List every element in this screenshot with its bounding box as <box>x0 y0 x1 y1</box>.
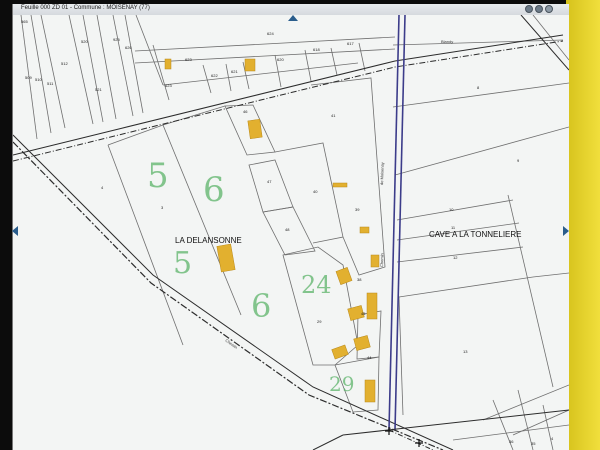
parcel-520: 520 <box>81 39 88 44</box>
parcel-623: 623 <box>185 57 192 62</box>
cadastral-map[interactable]: 565 512 509 510 511 520 521 925 626 624 … <box>13 15 569 450</box>
parcel-13: 13 <box>463 349 468 354</box>
handwritten-29: 29 <box>329 372 354 396</box>
parcel-46: 46 <box>243 109 248 114</box>
parcel-29: 29 <box>317 319 322 324</box>
parcel-512: 512 <box>61 61 68 66</box>
parcel-521: 521 <box>95 87 102 92</box>
parcel-10: 10 <box>449 207 454 212</box>
parcel-621: 621 <box>231 69 238 74</box>
parcel-45: 45 <box>361 311 366 316</box>
pan-left-arrow-icon[interactable] <box>12 226 18 236</box>
parcel-44: 44 <box>367 355 372 360</box>
handwritten-6-a: 6 <box>203 170 225 210</box>
parcel-41: 41 <box>331 113 336 118</box>
parcel-626: 626 <box>125 45 132 50</box>
road-name-vertical-2: Chemin <box>379 253 384 267</box>
parcel-38: 38 <box>357 277 362 282</box>
minimize-icon[interactable] <box>525 5 533 13</box>
maximize-icon[interactable] <box>535 5 543 13</box>
parcel-565: 565 <box>21 19 28 24</box>
place-la-delansonne: LA DELANSONNE <box>175 236 242 245</box>
parcel-35: 35 <box>531 441 536 446</box>
window-title: Feuille 000 ZD 01 - Commune : MOISENAY (… <box>21 5 150 11</box>
parcel-47: 47 <box>267 179 272 184</box>
road-name-moisenay: de Moisenay <box>379 162 385 185</box>
place-cave-tonneliere: CAVE A LA TONNELIERE <box>429 230 522 239</box>
parcel-48: 48 <box>285 227 290 232</box>
monitor-bezel <box>566 0 600 450</box>
parcel-509: 509 <box>25 75 32 80</box>
parcel-618: 618 <box>313 47 320 52</box>
parcel-925: 925 <box>113 37 120 42</box>
close-icon[interactable] <box>545 5 553 13</box>
parcel-36: 36 <box>509 439 514 444</box>
parcel-622: 622 <box>211 73 218 78</box>
parcel-39: 39 <box>355 207 360 212</box>
road-name-blandy: Blandy <box>441 39 453 44</box>
parcel-620: 620 <box>277 57 284 62</box>
parcel-12: 12 <box>453 255 458 260</box>
handwritten-24: 24 <box>301 271 332 299</box>
map-window: Feuille 000 ZD 01 - Commune : MOISENAY (… <box>12 4 569 450</box>
parcel-510: 510 <box>35 77 42 82</box>
parcel-617: 617 <box>347 41 354 46</box>
parcel-623b: 623 <box>165 83 172 88</box>
handwritten-6-b: 6 <box>251 287 271 325</box>
parcel-40: 40 <box>313 189 318 194</box>
handwritten-5-a: 5 <box>147 156 169 196</box>
parcel-511: 511 <box>47 81 54 86</box>
parcel-624: 624 <box>267 31 274 36</box>
pan-right-arrow-icon[interactable] <box>563 226 569 236</box>
handwritten-5-b: 5 <box>173 246 192 281</box>
pan-up-arrow-icon[interactable] <box>288 15 298 21</box>
